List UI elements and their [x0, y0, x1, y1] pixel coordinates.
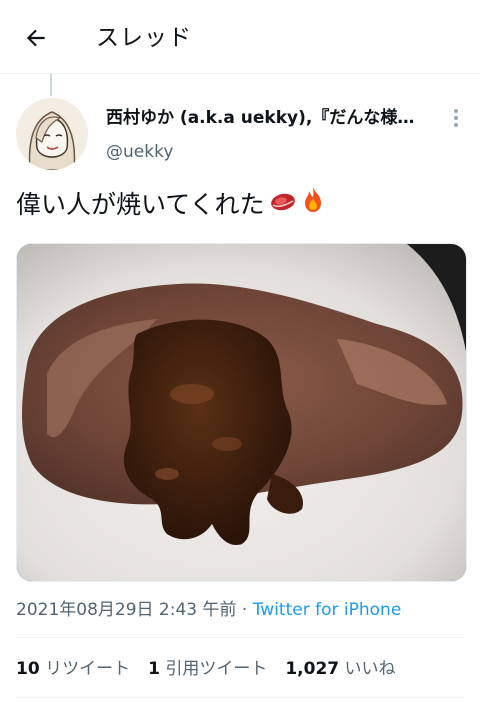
avatar-illustration: [16, 98, 88, 170]
fire-icon: [301, 185, 325, 225]
top-bar: スレッド: [0, 0, 480, 74]
likes-count: 1,027: [285, 659, 340, 679]
back-button[interactable]: [20, 22, 52, 54]
more-options-button[interactable]: [446, 106, 466, 130]
likes-label: いいね: [344, 659, 396, 679]
likes-stat[interactable]: 1,027 いいね: [285, 656, 395, 682]
tweet-meta: 2021年08月29日 2:43 午前 · Twitter for iPhone: [16, 597, 401, 623]
user-handle[interactable]: @uekky: [106, 139, 173, 165]
quotes-stat[interactable]: 1 引用ツイート: [148, 656, 267, 682]
tweet-body: 偉い人が焼いてくれた: [16, 190, 265, 219]
tweet-text: 偉い人が焼いてくれた: [16, 185, 325, 225]
display-name[interactable]: 西村ゆか (a.k.a uekky),『だんな様…: [106, 105, 436, 131]
tweet-source-link[interactable]: Twitter for iPhone: [253, 600, 402, 620]
arrow-left-icon: [26, 29, 45, 47]
tweet-stats: 10 リツイート 1 引用ツイート 1,027 いいね: [16, 656, 396, 682]
page-title: スレッド: [96, 25, 192, 51]
quotes-count: 1: [148, 659, 160, 679]
divider-bottom: [16, 697, 464, 698]
retweets-stat[interactable]: 10 リツイート: [16, 656, 130, 682]
divider: [16, 637, 464, 638]
thread-connector: [50, 74, 52, 96]
tweet-timestamp[interactable]: 2021年08月29日 2:43 午前: [16, 600, 237, 620]
meta-separator: ·: [236, 600, 253, 620]
tweet-photo[interactable]: [16, 243, 467, 582]
quotes-label: 引用ツイート: [165, 659, 268, 679]
steak-photo: [17, 244, 466, 581]
retweets-count: 10: [16, 659, 40, 679]
avatar[interactable]: [16, 98, 88, 170]
meat-icon: [269, 185, 297, 225]
more-vertical-icon: [454, 109, 458, 127]
retweets-label: リツイート: [45, 659, 131, 679]
